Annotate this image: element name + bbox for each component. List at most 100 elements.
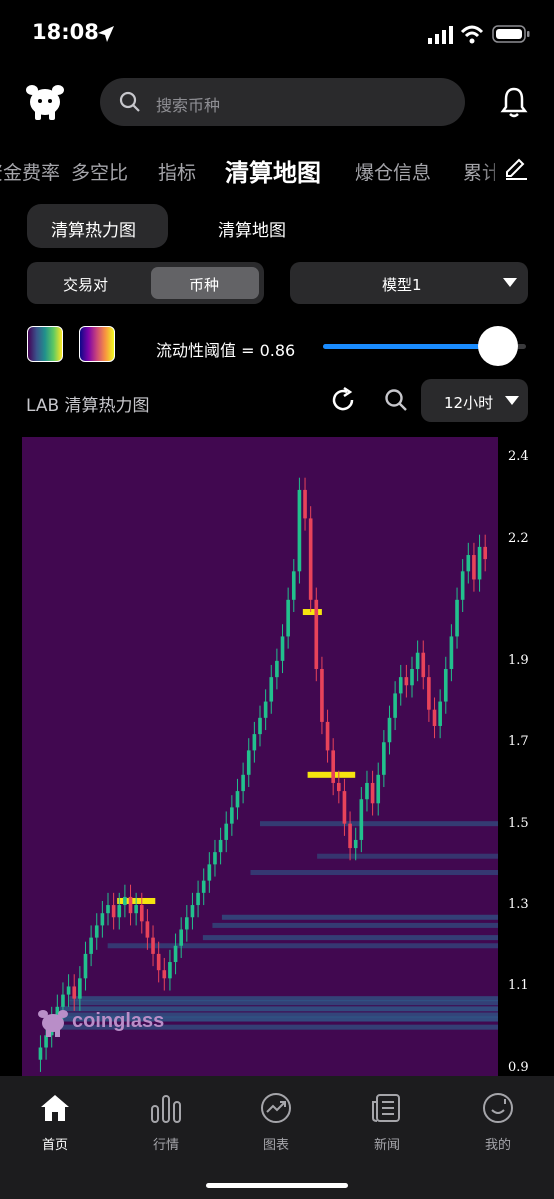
candle-bear <box>342 791 347 824</box>
candle-bull <box>263 701 268 718</box>
tab-funding-rate[interactable]: 资金费率 <box>0 158 60 185</box>
tab-indicators[interactable]: 指标 <box>158 158 196 185</box>
nav-news[interactable]: 新闻 <box>347 1092 427 1153</box>
search-input[interactable] <box>100 78 465 126</box>
cellular-signal-icon <box>428 26 453 44</box>
bell-icon[interactable] <box>500 86 528 118</box>
trend-chart-icon <box>261 1093 291 1123</box>
candle-bear <box>370 782 375 804</box>
candle-bull <box>134 905 138 914</box>
candle-bear <box>404 677 409 686</box>
home-indicator <box>206 1183 348 1188</box>
liquidation-heatmap[interactable]: coinglass <box>22 437 499 1076</box>
liquidation-band <box>260 821 498 827</box>
candle-bear <box>162 970 167 979</box>
nav-charts-label: 图表 <box>262 1138 289 1153</box>
candle-bear <box>427 677 431 710</box>
chart-search-icon[interactable] <box>384 388 408 412</box>
candle-bear <box>72 986 77 999</box>
tab-liquidation-map[interactable]: 清算地图 <box>225 153 321 188</box>
candle-bull <box>438 701 442 726</box>
nav-market-label: 行情 <box>152 1138 179 1153</box>
candle-bull <box>106 905 110 914</box>
candle-bull <box>66 986 71 995</box>
candle-bull <box>230 807 234 824</box>
candle-bull <box>466 555 471 572</box>
liquidation-band <box>69 1000 498 1006</box>
category-tabs: 资金费率 多空比 指标 清算地图 爆仓信息 累计 <box>0 150 554 190</box>
candle-bull <box>241 774 245 792</box>
model-select-value: 模型1 <box>382 276 422 294</box>
candle-bull <box>269 677 274 702</box>
segment-trading-pair[interactable]: 交易对 <box>63 274 108 295</box>
edit-pencil-icon[interactable] <box>503 154 529 180</box>
bar-chart-icon <box>151 1095 181 1123</box>
candle-bull <box>415 652 420 669</box>
palette-viridis-swatch[interactable] <box>27 326 63 362</box>
nav-profile[interactable]: 我的 <box>458 1092 538 1153</box>
candle-bear <box>156 953 161 971</box>
candle-bull <box>275 660 279 678</box>
liquidation-band <box>302 609 322 616</box>
candle-bear <box>348 823 352 849</box>
interval-value: 12小时 <box>444 394 494 412</box>
candle-bull <box>78 978 82 999</box>
candle-bull <box>393 693 397 718</box>
candle-bear <box>128 896 133 914</box>
home-icon <box>41 1095 69 1121</box>
candle-bull <box>185 917 189 930</box>
candle-bear <box>483 546 487 560</box>
candle-bear <box>314 599 319 669</box>
status-bar: 18:08 <box>0 0 554 70</box>
refresh-icon[interactable] <box>329 386 357 414</box>
tab-long-short-ratio[interactable]: 多空比 <box>71 158 128 185</box>
candle-bull <box>100 913 105 926</box>
app-logo-icon[interactable] <box>24 80 66 122</box>
candle-bear <box>337 782 341 792</box>
candle-bull <box>190 905 195 918</box>
candle-bull <box>449 636 454 669</box>
candle-bull <box>201 880 206 893</box>
candle-bull <box>224 823 229 840</box>
nav-profile-label: 我的 <box>484 1138 511 1153</box>
candle-bull <box>258 717 262 735</box>
liquidation-band <box>221 914 499 920</box>
threshold-slider-knob[interactable] <box>477 326 518 366</box>
location-icon <box>98 26 114 42</box>
nav-market[interactable]: 行情 <box>126 1092 206 1153</box>
candle-bull <box>218 839 223 853</box>
candle-bear <box>151 937 155 954</box>
liquidation-band <box>317 853 498 859</box>
candle-bull <box>410 668 414 686</box>
candle-bull <box>460 571 465 600</box>
candle-bull <box>123 896 127 906</box>
candle-bull <box>365 782 369 800</box>
search-icon <box>119 91 140 112</box>
candle-bear <box>432 709 437 726</box>
candle-bull <box>83 953 88 979</box>
segment-coin-label: 币种 <box>189 276 220 294</box>
nav-charts[interactable]: 图表 <box>236 1092 316 1153</box>
candle-bear <box>139 905 144 922</box>
candle-bull <box>286 599 290 637</box>
candle-bull <box>196 892 200 906</box>
heatmap-svg <box>38 477 499 1072</box>
threshold-slider-fill <box>323 344 498 349</box>
candle-bull <box>387 717 392 743</box>
candle-bull <box>173 945 178 963</box>
price-axis-tick: 2.2 <box>508 530 529 546</box>
candle-bear <box>303 489 307 519</box>
nav-home[interactable]: 首页 <box>15 1092 95 1153</box>
price-axis: 2.4 2.2 1.9 1.7 1.5 1.3 1.1 0.9 <box>500 437 554 1076</box>
candle-bull <box>291 571 296 600</box>
subtab-liquidation-map[interactable]: 清算地图 <box>218 216 286 241</box>
subtab-heatmap[interactable]: 清算热力图 <box>51 216 136 241</box>
tab-liquidation-info[interactable]: 爆仓信息 <box>355 158 431 185</box>
chevron-down-icon <box>503 278 517 287</box>
status-time: 18:08 <box>32 20 99 44</box>
palette-plasma-swatch[interactable] <box>79 326 115 362</box>
liquidation-band <box>212 922 498 928</box>
threshold-label: 流动性阈值 = 0.86 <box>156 341 296 360</box>
candle-bull <box>382 742 386 775</box>
candle-bull <box>443 668 448 702</box>
